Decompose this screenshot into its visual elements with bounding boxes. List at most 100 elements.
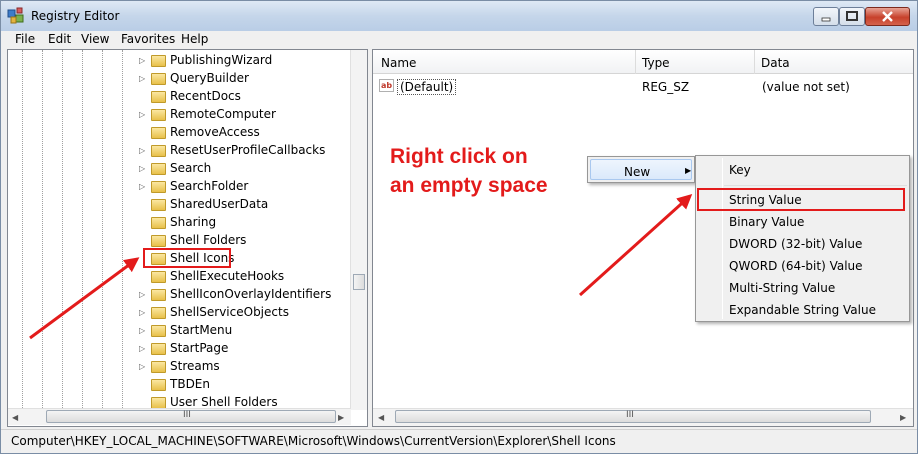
tree-node-label: StartMenu — [170, 323, 233, 337]
tree-node[interactable]: ▷ ResetUserProfileCallbacks — [8, 142, 348, 160]
tree-node[interactable]: ▷ PublishingWizard — [8, 52, 348, 70]
submenu-arrow-icon: ▶ — [685, 166, 692, 175]
expand-arrow-icon[interactable]: ▷ — [139, 344, 145, 353]
scroll-right-arrow-icon[interactable]: ▶ — [338, 413, 344, 422]
submenu-item-key[interactable]: Key — [729, 163, 751, 177]
tutorial-annotation: Right click on an empty space — [390, 142, 548, 200]
column-header-data[interactable]: Data — [761, 56, 790, 70]
minimize-icon — [821, 17, 831, 22]
menu-favorites[interactable]: Favorites — [121, 32, 175, 46]
tree-node-label: ResetUserProfileCallbacks — [170, 143, 326, 157]
menu-view[interactable]: View — [81, 32, 109, 46]
tree-node-label: ShellExecuteHooks — [170, 269, 285, 283]
folder-icon — [151, 379, 166, 391]
submenu-item-qword-value[interactable]: QWORD (64-bit) Value — [729, 259, 863, 273]
column-divider[interactable] — [635, 50, 636, 74]
value-name: (Default) — [397, 79, 457, 95]
folder-icon — [151, 289, 166, 301]
new-submenu: Key String Value Binary Value DWORD (32-… — [695, 155, 910, 322]
highlight-box-string-value — [697, 188, 905, 211]
menu-help[interactable]: Help — [181, 32, 208, 46]
column-divider[interactable] — [754, 50, 755, 74]
expand-arrow-icon[interactable]: ▷ — [139, 308, 145, 317]
registry-key-tree[interactable]: ▷ PublishingWizard ▷ QueryBuilder RecentDocs… — [7, 49, 368, 427]
column-header-name[interactable]: Name — [381, 56, 416, 70]
tree-node[interactable]: ▷ SearchFolder — [8, 178, 348, 196]
menu-edit[interactable]: Edit — [48, 32, 71, 46]
tree-node-label: ShellServiceObjects — [170, 305, 289, 319]
scroll-right-arrow-icon[interactable]: ▶ — [900, 413, 906, 422]
folder-icon — [151, 55, 166, 67]
expand-arrow-icon[interactable]: ▷ — [139, 146, 145, 155]
scroll-left-arrow-icon[interactable]: ◀ — [12, 413, 18, 422]
tree-node-label: RemoveAccess — [170, 125, 260, 139]
folder-icon — [151, 109, 166, 121]
maximize-button[interactable] — [839, 7, 865, 26]
expand-arrow-icon[interactable]: ▷ — [139, 56, 145, 65]
expand-arrow-icon[interactable]: ▷ — [139, 74, 145, 83]
tree-node-label: QueryBuilder — [170, 71, 249, 85]
expand-arrow-icon[interactable]: ▷ — [139, 110, 145, 119]
value-data: (value not set) — [762, 80, 850, 94]
submenu-item-dword-value[interactable]: DWORD (32-bit) Value — [729, 237, 862, 251]
string-value-ab-icon: ab — [379, 79, 394, 92]
tree-node-label: StartPage — [170, 341, 229, 355]
tree-node-label: User Shell Folders — [170, 395, 278, 409]
tree-node[interactable]: ▷ StartMenu — [8, 322, 348, 340]
tree-horizontal-scroll-thumb[interactable]: III — [46, 410, 336, 423]
list-header: Name Type Data — [373, 50, 913, 74]
tree-node[interactable]: SharedUserData — [8, 196, 348, 214]
folder-icon — [151, 199, 166, 211]
tree-vertical-scroll-thumb[interactable] — [353, 274, 365, 290]
tree-node[interactable]: ShellExecuteHooks — [8, 268, 348, 286]
tree-node[interactable]: TBDEn — [8, 376, 348, 394]
folder-icon — [151, 163, 166, 175]
expand-arrow-icon[interactable]: ▷ — [139, 182, 145, 191]
registry-editor-icon — [7, 7, 24, 24]
close-button[interactable] — [865, 7, 910, 26]
tree-vertical-scrollbar[interactable] — [350, 50, 367, 410]
folder-icon — [151, 145, 166, 157]
tree-node-label: SearchFolder — [170, 179, 249, 193]
tree-node[interactable]: ▷ StartPage — [8, 340, 348, 358]
tree-node-label: Shell Folders — [170, 233, 247, 247]
scroll-grip: III — [183, 410, 191, 420]
tree-node[interactable]: ▷ RemoteComputer — [8, 106, 348, 124]
list-horizontal-scroll-thumb[interactable]: III — [395, 410, 871, 423]
submenu-item-expandable-string-value[interactable]: Expandable String Value — [729, 303, 876, 317]
tree-node[interactable]: ▷ Search — [8, 160, 348, 178]
expand-arrow-icon[interactable]: ▷ — [139, 362, 145, 371]
list-row[interactable]: ab (Default) REG_SZ (value not set) — [379, 78, 879, 96]
tree-node[interactable]: RecentDocs — [8, 88, 348, 106]
value-type: REG_SZ — [642, 80, 690, 94]
folder-icon — [151, 91, 166, 103]
annotation-line-2: an empty space — [390, 174, 548, 197]
menu-separator — [724, 185, 907, 186]
column-header-type[interactable]: Type — [642, 56, 670, 70]
tree-node[interactable]: ▷ ShellServiceObjects — [8, 304, 348, 322]
submenu-item-multi-string-value[interactable]: Multi-String Value — [729, 281, 835, 295]
tree-node[interactable]: Sharing — [8, 214, 348, 232]
expand-arrow-icon[interactable]: ▷ — [139, 290, 145, 299]
tree-node[interactable]: RemoveAccess — [8, 124, 348, 142]
tree-node[interactable]: ▷ QueryBuilder — [8, 70, 348, 88]
tree-node-label: Search — [170, 161, 212, 175]
folder-icon — [151, 235, 166, 247]
expand-arrow-icon[interactable]: ▷ — [139, 164, 145, 173]
menu-file[interactable]: File — [15, 32, 35, 46]
submenu-item-binary-value[interactable]: Binary Value — [729, 215, 804, 229]
tree-node[interactable]: ▷ ShellIconOverlayIdentifiers — [8, 286, 348, 304]
tree-node-label: ShellIconOverlayIdentifiers — [170, 287, 332, 301]
tree-node[interactable]: ▷ Streams — [8, 358, 348, 376]
context-menu-item-new[interactable]: New ▶ — [590, 159, 692, 180]
context-menu: New ▶ — [587, 156, 695, 183]
folder-icon — [151, 343, 166, 355]
scroll-left-arrow-icon[interactable]: ◀ — [378, 413, 384, 422]
expand-arrow-icon[interactable]: ▷ — [139, 326, 145, 335]
folder-icon — [151, 271, 166, 283]
tree-node-label: Sharing — [170, 215, 217, 229]
title-bar[interactable]: Registry Editor — [1, 1, 917, 31]
folder-icon — [151, 307, 166, 319]
minimize-button[interactable] — [813, 7, 839, 26]
close-icon — [882, 11, 893, 22]
